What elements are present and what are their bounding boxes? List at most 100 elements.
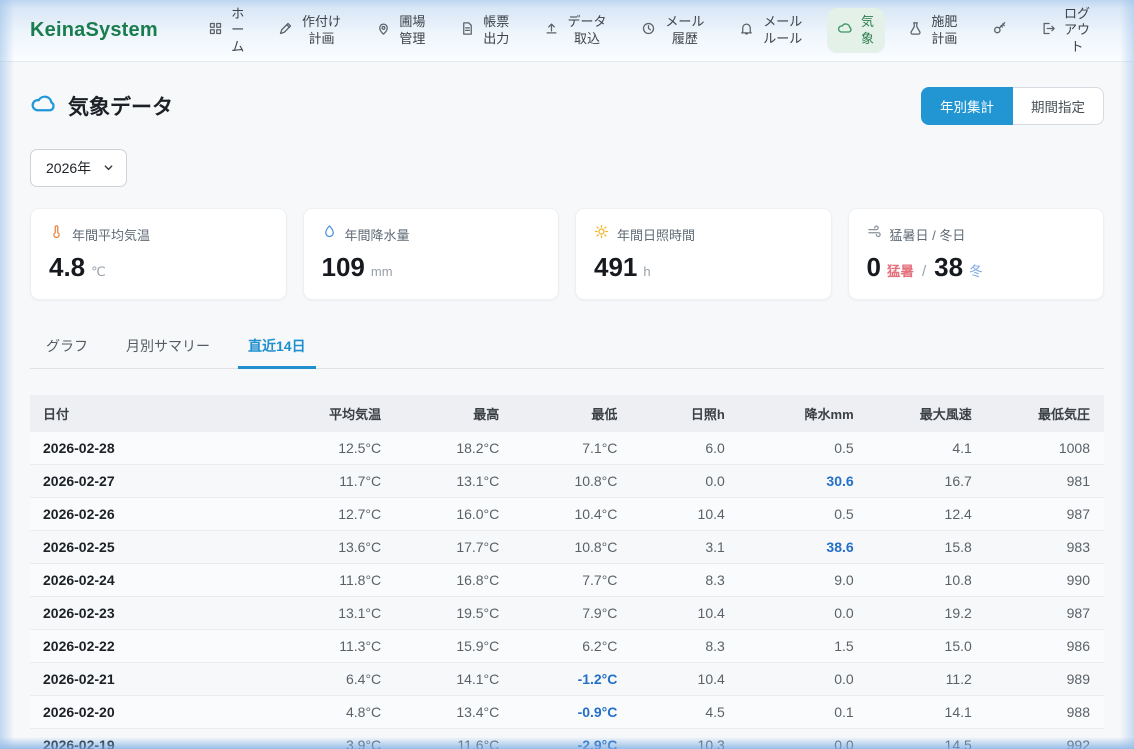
nav-item-label: ホーム — [230, 6, 245, 56]
cell-max: 19.5°C — [395, 597, 513, 630]
top-navbar: KeinaSystem ホーム 作付け計画 圃場管理 帳票出力 データ取込 メー… — [0, 0, 1134, 62]
cloud-icon — [30, 90, 57, 122]
tab-monthly-summary[interactable]: 月別サマリー — [124, 326, 212, 368]
nav-item-password[interactable] — [982, 14, 1018, 47]
document-icon — [460, 21, 475, 41]
table-row: 2026-02-2612.7°C16.0°C10.4°C10.40.512.49… — [30, 498, 1104, 531]
cell-date: 2026-02-21 — [30, 663, 266, 696]
tab-recent-14-days[interactable]: 直近14日 — [246, 326, 308, 368]
cell-min: 7.7°C — [513, 564, 631, 597]
cell-pressure: 981 — [986, 465, 1104, 498]
cell-date: 2026-02-20 — [30, 696, 266, 729]
year-select[interactable]: 2026年 — [30, 149, 127, 187]
thermometer-icon — [49, 224, 64, 244]
cell-rain: 38.6 — [739, 531, 868, 564]
cell-avg: 3.9°C — [266, 729, 395, 749]
column-header: 最低 — [513, 395, 631, 432]
cell-max: 13.4°C — [395, 696, 513, 729]
tab-bar: グラフ 月別サマリー 直近14日 — [30, 326, 1104, 369]
period-select-button[interactable]: 期間指定 — [1013, 87, 1104, 125]
cell-date: 2026-02-19 — [30, 729, 266, 749]
cell-wind: 11.2 — [868, 663, 986, 696]
stat-label: 年間降水量 — [345, 225, 410, 244]
cell-wind: 14.5 — [868, 729, 986, 749]
key-icon — [992, 20, 1008, 41]
stat-unit: ℃ — [91, 264, 106, 280]
nav-item-label: 帳票出力 — [482, 14, 511, 47]
page-title-text: 気象データ — [68, 91, 173, 121]
cold-days-value: 38 — [934, 252, 963, 283]
cell-date: 2026-02-24 — [30, 564, 266, 597]
bell-icon — [739, 21, 754, 41]
cell-rain: 0.5 — [739, 432, 868, 465]
cell-date: 2026-02-27 — [30, 465, 266, 498]
cell-rain: 1.5 — [739, 630, 868, 663]
stat-unit: mm — [371, 264, 393, 279]
nav-item-home[interactable]: ホーム — [198, 0, 255, 61]
stat-label: 猛暑日 / 冬日 — [890, 225, 966, 244]
nav-item-label: メール履歴 — [663, 14, 706, 47]
weather-table: 日付平均気温最高最低日照h降水mm最大風速最低気圧 2026-02-2812.5… — [30, 395, 1104, 749]
cell-rain: 0.1 — [739, 696, 868, 729]
table-row: 2026-02-2411.8°C16.8°C7.7°C8.39.010.8990 — [30, 564, 1104, 597]
yearly-summary-button[interactable]: 年別集計 — [921, 87, 1013, 125]
table-row: 2026-02-2211.3°C15.9°C6.2°C8.31.515.0986 — [30, 630, 1104, 663]
sun-icon — [594, 224, 609, 244]
droplet-icon — [322, 224, 337, 244]
column-header: 平均気温 — [266, 395, 395, 432]
cell-rain: 0.0 — [739, 663, 868, 696]
nav-item-field-management[interactable]: 圃場管理 — [366, 8, 437, 53]
cell-avg: 11.8°C — [266, 564, 395, 597]
nav-item-weather[interactable]: 気象 — [827, 8, 885, 53]
cell-pressure: 989 — [986, 663, 1104, 696]
upload-icon — [544, 21, 559, 41]
nav-item-planting-plan[interactable]: 作付け計画 — [268, 8, 353, 53]
chevron-down-icon — [103, 160, 114, 176]
nav-item-fertilization-plan[interactable]: 施肥計画 — [898, 8, 969, 53]
cell-pressure: 987 — [986, 597, 1104, 630]
table-row: 2026-02-204.8°C13.4°C-0.9°C4.50.114.1988 — [30, 696, 1104, 729]
nav-item-label: 作付け計画 — [300, 14, 343, 47]
cell-pressure: 983 — [986, 531, 1104, 564]
cell-avg: 11.3°C — [266, 630, 395, 663]
nav-item-mail-rules[interactable]: メールルール — [729, 8, 814, 53]
table-row: 2026-02-193.9°C11.6°C-2.9°C10.30.014.599… — [30, 729, 1104, 749]
logout-icon — [1041, 21, 1056, 41]
column-header: 日照h — [631, 395, 738, 432]
cell-sun: 3.1 — [631, 531, 738, 564]
nav-item-label: データ取込 — [566, 14, 609, 47]
stat-card-extreme-days: 猛暑日 / 冬日 0 猛暑 / 38 冬 — [848, 208, 1105, 300]
nav-item-data-import[interactable]: データ取込 — [534, 8, 619, 53]
flask-icon — [908, 21, 923, 41]
column-header: 最大風速 — [868, 395, 986, 432]
cell-max: 13.1°C — [395, 465, 513, 498]
cell-max: 14.1°C — [395, 663, 513, 696]
cell-date: 2026-02-25 — [30, 531, 266, 564]
cell-max: 16.0°C — [395, 498, 513, 531]
cell-max: 16.8°C — [395, 564, 513, 597]
cell-wind: 15.8 — [868, 531, 986, 564]
nav-item-report-output[interactable]: 帳票出力 — [450, 8, 521, 53]
stat-cards: 年間平均気温 4.8 ℃ 年間降水量 109 mm 年間日照時間 4 — [30, 208, 1104, 300]
nav-item-label: 圃場管理 — [398, 14, 427, 47]
cell-date: 2026-02-26 — [30, 498, 266, 531]
nav-item-logout[interactable]: ログアウト — [1031, 0, 1102, 61]
table-header-row: 日付平均気温最高最低日照h降水mm最大風速最低気圧 — [30, 395, 1104, 432]
cell-pressure: 990 — [986, 564, 1104, 597]
stat-unit: h — [643, 264, 650, 279]
cell-sun: 10.3 — [631, 729, 738, 749]
tab-graph[interactable]: グラフ — [44, 326, 90, 368]
table-row: 2026-02-2313.1°C19.5°C7.9°C10.40.019.298… — [30, 597, 1104, 630]
cell-date: 2026-02-22 — [30, 630, 266, 663]
cell-rain: 9.0 — [739, 564, 868, 597]
cell-sun: 10.4 — [631, 597, 738, 630]
brand-logo[interactable]: KeinaSystem — [30, 19, 158, 42]
nav-item-mail-history[interactable]: メール履歴 — [631, 8, 716, 53]
stat-label: 年間日照時間 — [617, 225, 695, 244]
cell-wind: 14.1 — [868, 696, 986, 729]
cell-rain: 30.6 — [739, 465, 868, 498]
hot-days-label: 猛暑 — [887, 260, 914, 280]
cell-avg: 11.7°C — [266, 465, 395, 498]
stat-card-precipitation: 年間降水量 109 mm — [303, 208, 560, 300]
main-content: 気象データ 年別集計 期間指定 2026年 年間平均気温 4.8 ℃ — [0, 87, 1134, 749]
